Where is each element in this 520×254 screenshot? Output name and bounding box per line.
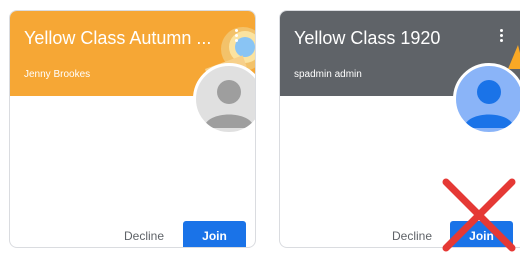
person-avatar-icon — [453, 63, 520, 135]
teacher-name: Jenny Brookes — [24, 69, 91, 80]
class-title[interactable]: Yellow Class 1920 — [294, 28, 484, 49]
more-vert-icon[interactable] — [500, 29, 504, 43]
join-button[interactable]: Join — [450, 221, 513, 247]
more-vert-icon[interactable] — [235, 29, 239, 43]
teacher-name: spadmin admin — [294, 69, 362, 80]
class-card-yellow-class-1920[interactable]: Yellow Class 1920 spadmin admin Decline … — [279, 10, 520, 248]
person-avatar-icon — [193, 63, 255, 135]
decline-button[interactable]: Decline — [109, 221, 179, 247]
join-button[interactable]: Join — [183, 221, 246, 247]
decline-button[interactable]: Decline — [377, 221, 447, 247]
banner-illustration — [508, 45, 520, 69]
class-title[interactable]: Yellow Class Autumn ... — [24, 28, 214, 49]
class-card-yellow-class-autumn[interactable]: Yellow Class Autumn ... Jenny Brookes De… — [9, 10, 256, 248]
